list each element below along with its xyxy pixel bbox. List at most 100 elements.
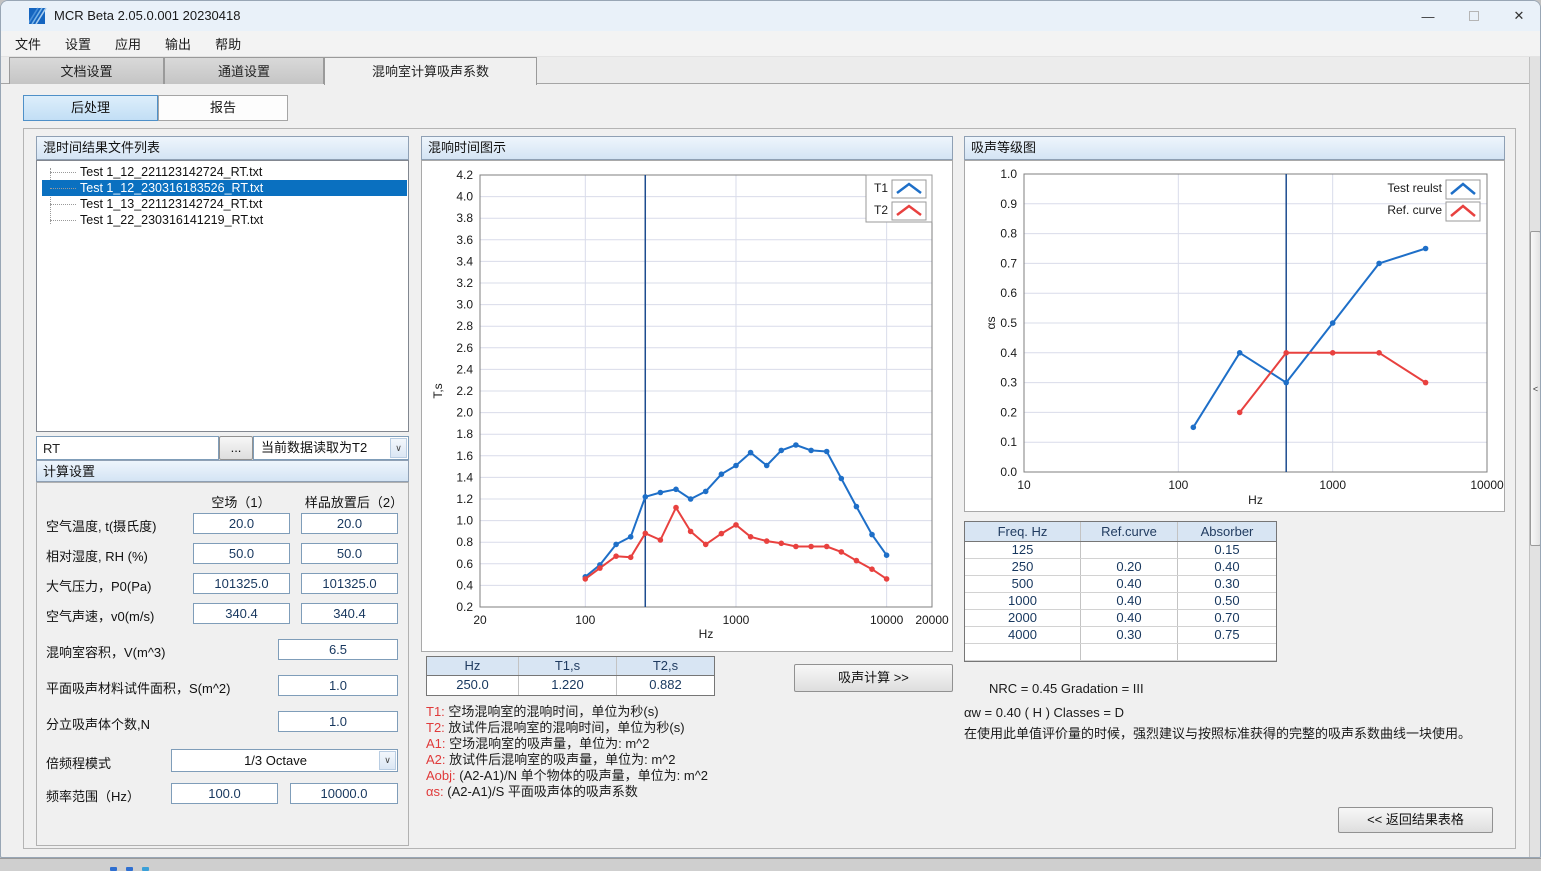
legend-notes: T1: 空场混响室的混响时间，单位为秒(s)T2: 放试件后混响室的混响时间，单… (426, 704, 708, 800)
pressure-1-input[interactable] (193, 573, 290, 594)
svg-text:2.8: 2.8 (456, 319, 473, 333)
rt-table-col-t2: T2,s (617, 657, 714, 675)
svg-text:20000: 20000 (915, 613, 949, 627)
sample-area-input[interactable] (278, 675, 398, 696)
sound-speed-2-input[interactable] (301, 603, 398, 624)
octave-mode-select[interactable]: 1/3 Octave ∨ (171, 749, 398, 772)
back-to-results-button[interactable]: << 返回结果表格 (1338, 807, 1493, 833)
desktop-strip (0, 858, 1541, 871)
grade-table-row[interactable]: 40000.300.75 (965, 627, 1276, 644)
room-volume-input[interactable] (278, 639, 398, 660)
grade-table-cell: 0.40 (1081, 610, 1178, 626)
grade-col-absorber: Absorber (1178, 522, 1276, 541)
rt-chart-header: 混响时间图示 (421, 136, 953, 160)
temperature-1-input[interactable] (193, 513, 290, 534)
grade-table-cell: 500 (965, 576, 1081, 592)
rt-table-col-hz: Hz (427, 657, 519, 675)
temperature-2-input[interactable] (301, 513, 398, 534)
advice-text: 在使用此单值评价量的时候，强烈建议与按照标准获得的完整的吸声系数曲线一块使用。 (964, 723, 1471, 742)
grade-table-cell: 0.40 (1081, 593, 1178, 609)
svg-text:0.2: 0.2 (456, 600, 473, 614)
grade-table-row[interactable]: 1250.15 (965, 542, 1276, 559)
file-list-item[interactable]: Test 1_12_221123142724_RT.txt (42, 164, 407, 180)
pressure-2-input[interactable] (301, 573, 398, 594)
svg-text:0.6: 0.6 (456, 557, 473, 571)
absorption-calc-button[interactable]: 吸声计算 >> (794, 664, 953, 692)
svg-text:10000: 10000 (1470, 478, 1504, 492)
file-list-item[interactable]: Test 1_22_230316141219_RT.txt (42, 212, 407, 228)
menu-item-1[interactable]: 设置 (53, 31, 103, 56)
rt-table-t1-value: 1.220 (519, 676, 617, 695)
grade-table-cell: 0.40 (1178, 559, 1276, 575)
grade-table-cell: 0.20 (1081, 559, 1178, 575)
tab-reverb-absorption[interactable]: 混响室计算吸声系数 (324, 57, 537, 85)
grade-chart-svg: 0.00.10.20.30.40.50.60.70.80.91.01010010… (965, 161, 1504, 511)
file-list-item[interactable]: Test 1_12_230316183526_RT.txt (42, 180, 407, 196)
subtab-postprocess[interactable]: 后处理 (23, 95, 158, 121)
svg-text:2.2: 2.2 (456, 384, 473, 398)
data-read-mode-select[interactable]: 当前数据读取为T2 ∨ (253, 436, 409, 460)
grade-chart[interactable]: 0.00.10.20.30.40.50.60.70.80.91.01010010… (964, 160, 1505, 512)
svg-text:1.4: 1.4 (456, 470, 473, 484)
svg-text:0.7: 0.7 (1000, 256, 1017, 270)
rt-value-table[interactable]: Hz T1,s T2,s 250.0 1.220 0.882 (426, 656, 715, 696)
nrc-result-text: NRC = 0.45 Gradation = III (989, 681, 1144, 696)
maximize-button[interactable] (1451, 1, 1497, 31)
absorber-count-input[interactable] (278, 711, 398, 732)
menu-item-0[interactable]: 文件 (3, 31, 53, 56)
menu-item-4[interactable]: 帮助 (203, 31, 253, 56)
grade-table-row[interactable]: 10000.400.50 (965, 593, 1276, 610)
grade-table-cell: 250 (965, 559, 1081, 575)
svg-text:1.6: 1.6 (456, 449, 473, 463)
collapse-panel-button[interactable]: < (1530, 231, 1541, 546)
col-with-sample: 样品放置后（2） (304, 492, 404, 511)
humidity-2-input[interactable] (301, 543, 398, 564)
browse-button[interactable]: ... (219, 436, 253, 460)
sound-speed-1-input[interactable] (193, 603, 290, 624)
grade-table[interactable]: Freq. Hz Ref.curve Absorber 1250.152500.… (964, 521, 1277, 662)
grade-table-row[interactable] (965, 644, 1276, 661)
grade-table-row[interactable]: 20000.400.70 (965, 610, 1276, 627)
legend-note-line: A1: 空场混响室的吸声量，单位为: m^2 (426, 736, 708, 752)
file-name: Test 1_13_221123142724_RT.txt (80, 197, 262, 211)
file-list-header: 混时间结果文件列表 (36, 136, 409, 160)
grade-table-cell (965, 644, 1081, 660)
tab-channel-settings[interactable]: 通道设置 (164, 57, 324, 84)
legend-note-line: Aobj: (A2-A1)/N 单个物体的吸声量，单位为: m^2 (426, 768, 708, 784)
menu-item-2[interactable]: 应用 (103, 31, 153, 56)
svg-text:0.9: 0.9 (1000, 197, 1017, 211)
file-list-item[interactable]: Test 1_13_221123142724_RT.txt (42, 196, 407, 212)
freq-min-input[interactable] (171, 783, 278, 804)
tab-document-settings[interactable]: 文档设置 (9, 57, 164, 84)
menu-item-3[interactable]: 输出 (153, 31, 203, 56)
svg-text:T1: T1 (874, 181, 888, 195)
rt-suffix-input[interactable] (36, 436, 219, 460)
svg-text:100: 100 (1168, 478, 1188, 492)
app-logo-icon (29, 7, 47, 25)
chevron-down-icon: ∨ (390, 438, 407, 458)
close-button[interactable]: ✕ (1496, 1, 1541, 31)
col-empty-room: 空场（1） (196, 492, 286, 511)
row-label-absorber-count: 分立吸声体个数,N (46, 714, 150, 733)
subtab-report[interactable]: 报告 (158, 95, 288, 121)
svg-text:0.2: 0.2 (1000, 405, 1017, 419)
rt-table-freq: 250.0 (427, 676, 519, 695)
row-label-room-volume: 混响室容积，V(m^3) (46, 642, 166, 661)
legend-note-line: A2: 放试件后混响室的吸声量，单位为: m^2 (426, 752, 708, 768)
legend-note-line: T1: 空场混响室的混响时间，单位为秒(s) (426, 704, 708, 720)
grade-table-cell: 1000 (965, 593, 1081, 609)
file-list[interactable]: Test 1_12_221123142724_RT.txtTest 1_12_2… (36, 160, 409, 432)
freq-max-input[interactable] (290, 783, 398, 804)
row-label-pressure: 大气压力，P0(Pa) (46, 576, 151, 595)
svg-text:3.2: 3.2 (456, 276, 473, 290)
row-label-sample-area: 平面吸声材料试件面积，S(m^2) (46, 678, 231, 697)
tree-connector (50, 172, 76, 173)
minimize-button[interactable]: — (1405, 1, 1451, 31)
humidity-1-input[interactable] (193, 543, 290, 564)
grade-table-row[interactable]: 5000.400.30 (965, 576, 1276, 593)
rt-chart[interactable]: 0.20.40.60.81.01.21.41.61.82.02.22.42.62… (421, 160, 953, 652)
grade-table-row[interactable]: 2500.200.40 (965, 559, 1276, 576)
svg-text:0.5: 0.5 (1000, 316, 1017, 330)
screen: { "window": { "title": "MCR Beta 2.05.0.… (0, 0, 1541, 871)
legend-note-line: αs: (A2-A1)/S 平面吸声体的吸声系数 (426, 784, 708, 800)
